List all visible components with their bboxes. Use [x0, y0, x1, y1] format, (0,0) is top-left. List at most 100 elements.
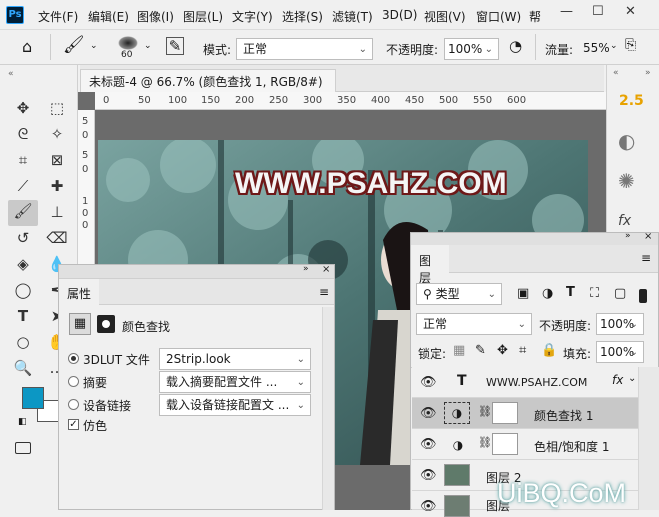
collapse-icon[interactable]: « — [8, 69, 14, 79]
styles-icon[interactable]: fx — [618, 213, 631, 229]
properties-tab[interactable]: 属性 — [59, 279, 99, 305]
brush-settings-icon[interactable]: ✎ — [166, 37, 184, 55]
foreground-color-swatch[interactable] — [22, 387, 44, 409]
layers-tab[interactable]: 图层 — [411, 245, 449, 285]
brush-panel-icon[interactable]: ✺ — [618, 169, 635, 193]
abstract-select[interactable]: 载入摘要配置文件 ... ⌄ — [159, 371, 311, 393]
menu-select[interactable]: 选择(S) — [282, 8, 323, 25]
ellipse-tool-icon[interactable]: ○ — [12, 331, 34, 353]
stamp-tool-icon[interactable]: ⊥ — [46, 201, 68, 223]
layers-scrollbar[interactable] — [638, 367, 659, 510]
history-brush-icon[interactable]: ↺ — [12, 227, 34, 249]
zoom-tool-icon[interactable]: 🔍 — [12, 357, 34, 379]
home-icon[interactable]: ⌂ — [22, 37, 32, 56]
menu-view[interactable]: 视图(V) — [424, 8, 466, 25]
visibility-eye-icon[interactable]: 👁 — [420, 499, 437, 514]
mode-select[interactable]: 正常 ⌄ — [236, 38, 373, 60]
layer-mask-thumbnail[interactable] — [492, 402, 518, 424]
menu-file[interactable]: 文件(F) — [38, 8, 78, 25]
fill-input[interactable]: 100% ⌄ — [596, 341, 644, 363]
visibility-eye-icon[interactable]: 👁 — [420, 375, 437, 390]
layer-name[interactable]: WWW.PSAHZ.COM — [486, 376, 587, 389]
menu-filter[interactable]: 滤镜(T) — [332, 8, 373, 25]
dodge-tool-icon[interactable]: ◯ — [12, 279, 34, 301]
flow-value[interactable]: 55% — [583, 41, 610, 55]
brush-tool-icon[interactable]: 🖌 — [8, 200, 38, 226]
layer-row-hue-saturation[interactable]: 👁 ◑ ⛓ 色相/饱和度 1 — [412, 429, 638, 460]
panel-menu-icon[interactable]: ≡ — [319, 285, 329, 299]
frame-tool-icon[interactable]: ⊠ — [46, 149, 68, 171]
close-icon[interactable]: × — [644, 231, 652, 242]
pressure-opacity-icon[interactable]: ◔ — [509, 37, 522, 55]
filter-adjustment-icon[interactable]: ◑ — [542, 286, 553, 301]
quick-mask-icon[interactable] — [15, 442, 31, 454]
link-icon[interactable]: ⛓ — [478, 436, 492, 449]
visibility-eye-icon[interactable]: 👁 — [420, 406, 437, 421]
crop-tool-icon[interactable]: ⌗ — [12, 149, 34, 171]
paint-bucket-icon[interactable]: ◈ — [12, 253, 34, 275]
menu-window[interactable]: 窗口(W) — [476, 8, 521, 25]
layer-opacity-input[interactable]: 100% ⌄ — [596, 313, 644, 335]
chevron-down-icon[interactable]: ⌄ — [610, 41, 618, 51]
menu-help[interactable]: 帮 — [529, 8, 541, 25]
default-colors-icon[interactable]: ◧ — [18, 417, 27, 427]
marquee-tool-icon[interactable]: ⬚ — [46, 97, 68, 119]
panel-menu-icon[interactable]: ≡ — [641, 251, 651, 265]
maximize-button[interactable]: ☐ — [592, 4, 604, 19]
chevron-down-icon[interactable]: ⌄ — [144, 41, 152, 51]
layer-thumbnail[interactable] — [444, 464, 470, 486]
visibility-eye-icon[interactable]: 👁 — [420, 437, 437, 452]
collapse-icon[interactable]: » — [303, 264, 309, 274]
filter-toggle[interactable] — [639, 289, 647, 303]
chevron-down-icon[interactable]: ⌄ — [628, 373, 636, 384]
lock-pixels-icon[interactable]: ✎ — [475, 343, 486, 358]
menu-edit[interactable]: 编辑(E) — [88, 8, 129, 25]
lock-all-icon[interactable]: 🔒 — [541, 343, 557, 358]
type-tool-icon[interactable]: T — [12, 305, 34, 327]
filter-pixel-icon[interactable]: ▣ — [517, 286, 529, 301]
device-link-select[interactable]: 载入设备链接配置文 ... ⌄ — [159, 394, 311, 416]
link-icon[interactable]: ⛓ — [478, 405, 492, 418]
panel-drag-bar[interactable]: » × — [411, 231, 658, 245]
brush-tool-icon[interactable]: 🖌 — [63, 35, 85, 55]
properties-scrollbar[interactable] — [322, 307, 334, 510]
collapse-icon[interactable]: « — [613, 68, 619, 78]
move-tool-icon[interactable]: ✥ — [12, 97, 34, 119]
version-badge[interactable]: 2.5 — [619, 93, 644, 109]
filter-smart-object-icon[interactable]: ▢ — [614, 286, 626, 301]
layer-row-color-lookup[interactable]: 👁 ◑ ⛓ 颜色查找 1 — [412, 398, 638, 429]
menu-image[interactable]: 图像(I) — [137, 8, 174, 25]
eyedropper-icon[interactable]: ⟋ — [12, 175, 34, 197]
document-tab[interactable]: 未标题-4 @ 66.7% (颜色查找 1, RGB/8#) * × — [80, 69, 336, 104]
menu-3d[interactable]: 3D(D) — [382, 8, 417, 22]
lock-position-icon[interactable]: ✥ — [497, 343, 508, 358]
layer-filter-select[interactable]: ⚲ 类型 ⌄ — [416, 283, 502, 305]
layer-name[interactable]: 颜色查找 1 — [534, 407, 593, 424]
blend-mode-select[interactable]: 正常 ⌄ — [416, 313, 532, 335]
lock-artboard-icon[interactable]: ⌗ — [519, 343, 526, 358]
close-icon[interactable]: × — [322, 264, 330, 275]
layer-thumbnail[interactable] — [444, 495, 470, 517]
fx-icon[interactable]: fx — [612, 373, 623, 387]
magic-wand-icon[interactable]: ✧ — [46, 123, 68, 145]
close-button[interactable]: ✕ — [625, 4, 636, 19]
layer-mask-thumbnail[interactable] — [492, 433, 518, 455]
menu-layer[interactable]: 图层(L) — [183, 8, 223, 25]
radio-3dlut[interactable] — [68, 353, 79, 364]
radio-device-link[interactable] — [68, 399, 79, 410]
eraser-icon[interactable]: ⌫ — [46, 227, 68, 249]
lock-transparent-icon[interactable]: ▦ — [453, 343, 465, 358]
layer-row-text[interactable]: 👁 T WWW.PSAHZ.COM fx ⌄ — [412, 367, 638, 398]
brush-preview-icon[interactable] — [118, 36, 138, 50]
lasso-tool-icon[interactable]: ᘓ — [12, 123, 34, 145]
opacity-input[interactable]: 100% ⌄ — [444, 38, 499, 60]
filter-shape-icon[interactable]: ⛶ — [590, 286, 599, 301]
filter-type-icon[interactable]: T — [566, 285, 575, 300]
libraries-icon[interactable]: ◐ — [618, 129, 635, 153]
layer-name[interactable]: 色相/饱和度 1 — [534, 438, 610, 455]
healing-brush-icon[interactable]: ✚ — [46, 175, 68, 197]
expand-icon[interactable]: » — [645, 68, 651, 78]
menu-type[interactable]: 文字(Y) — [232, 8, 273, 25]
radio-abstract[interactable] — [68, 376, 79, 387]
dither-checkbox[interactable]: ✓ — [68, 419, 79, 430]
